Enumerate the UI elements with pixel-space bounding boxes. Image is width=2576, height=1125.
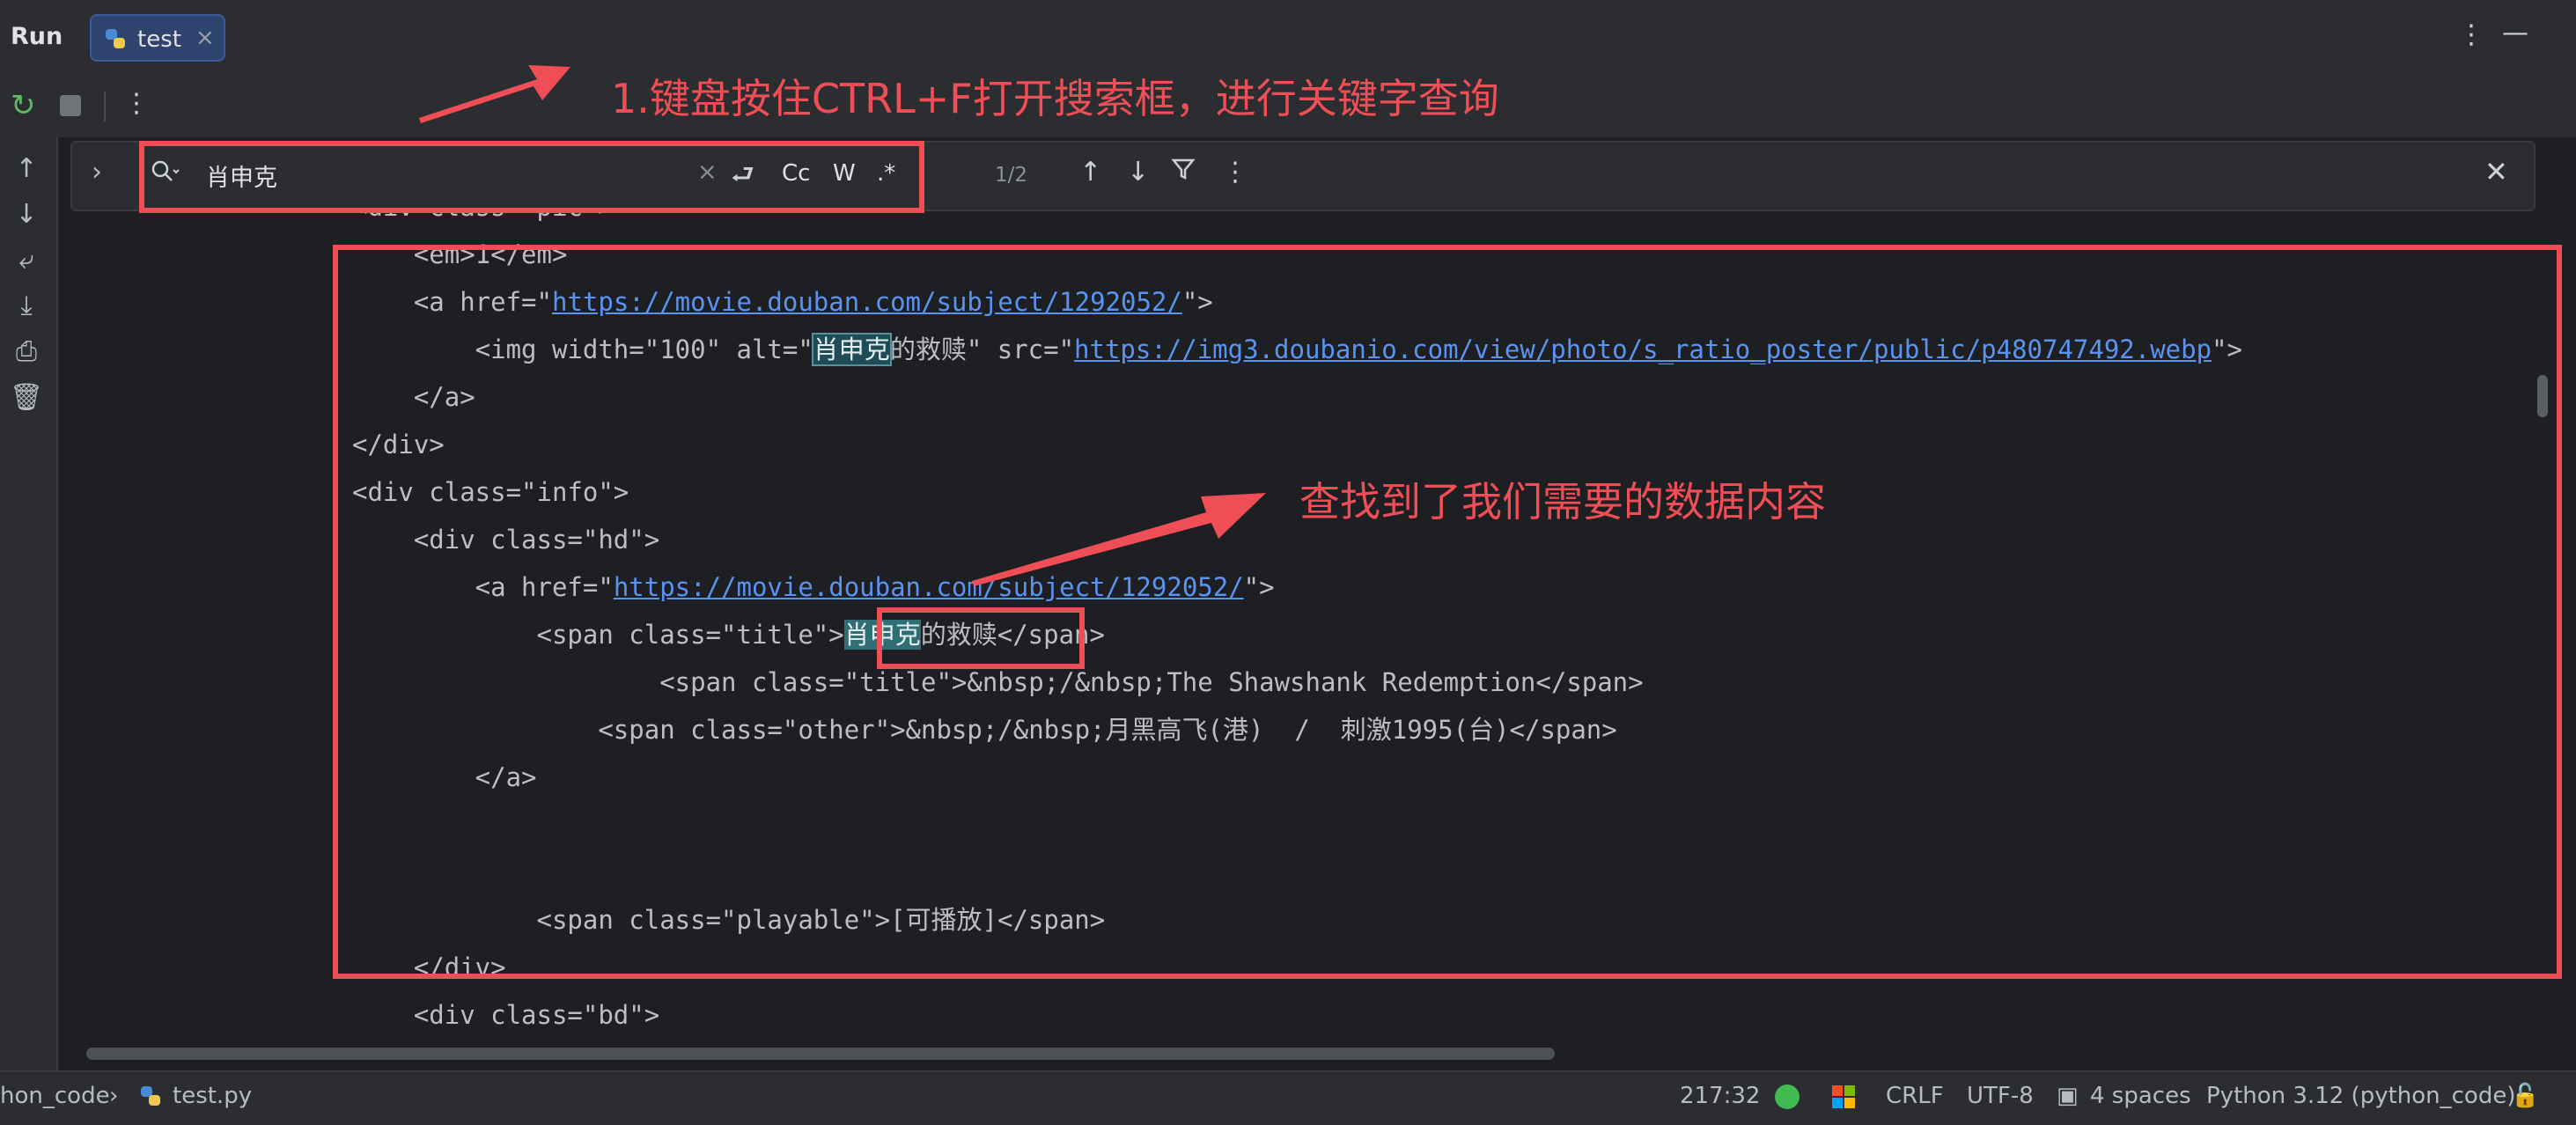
annotation-arrows	[419, 65, 1266, 586]
annotation-step1: 1.键盘按住CTRL+F打开搜索框，进行关键字查询	[611, 75, 1499, 122]
annotation-found: 查找到了我们需要的数据内容	[1299, 478, 1826, 526]
